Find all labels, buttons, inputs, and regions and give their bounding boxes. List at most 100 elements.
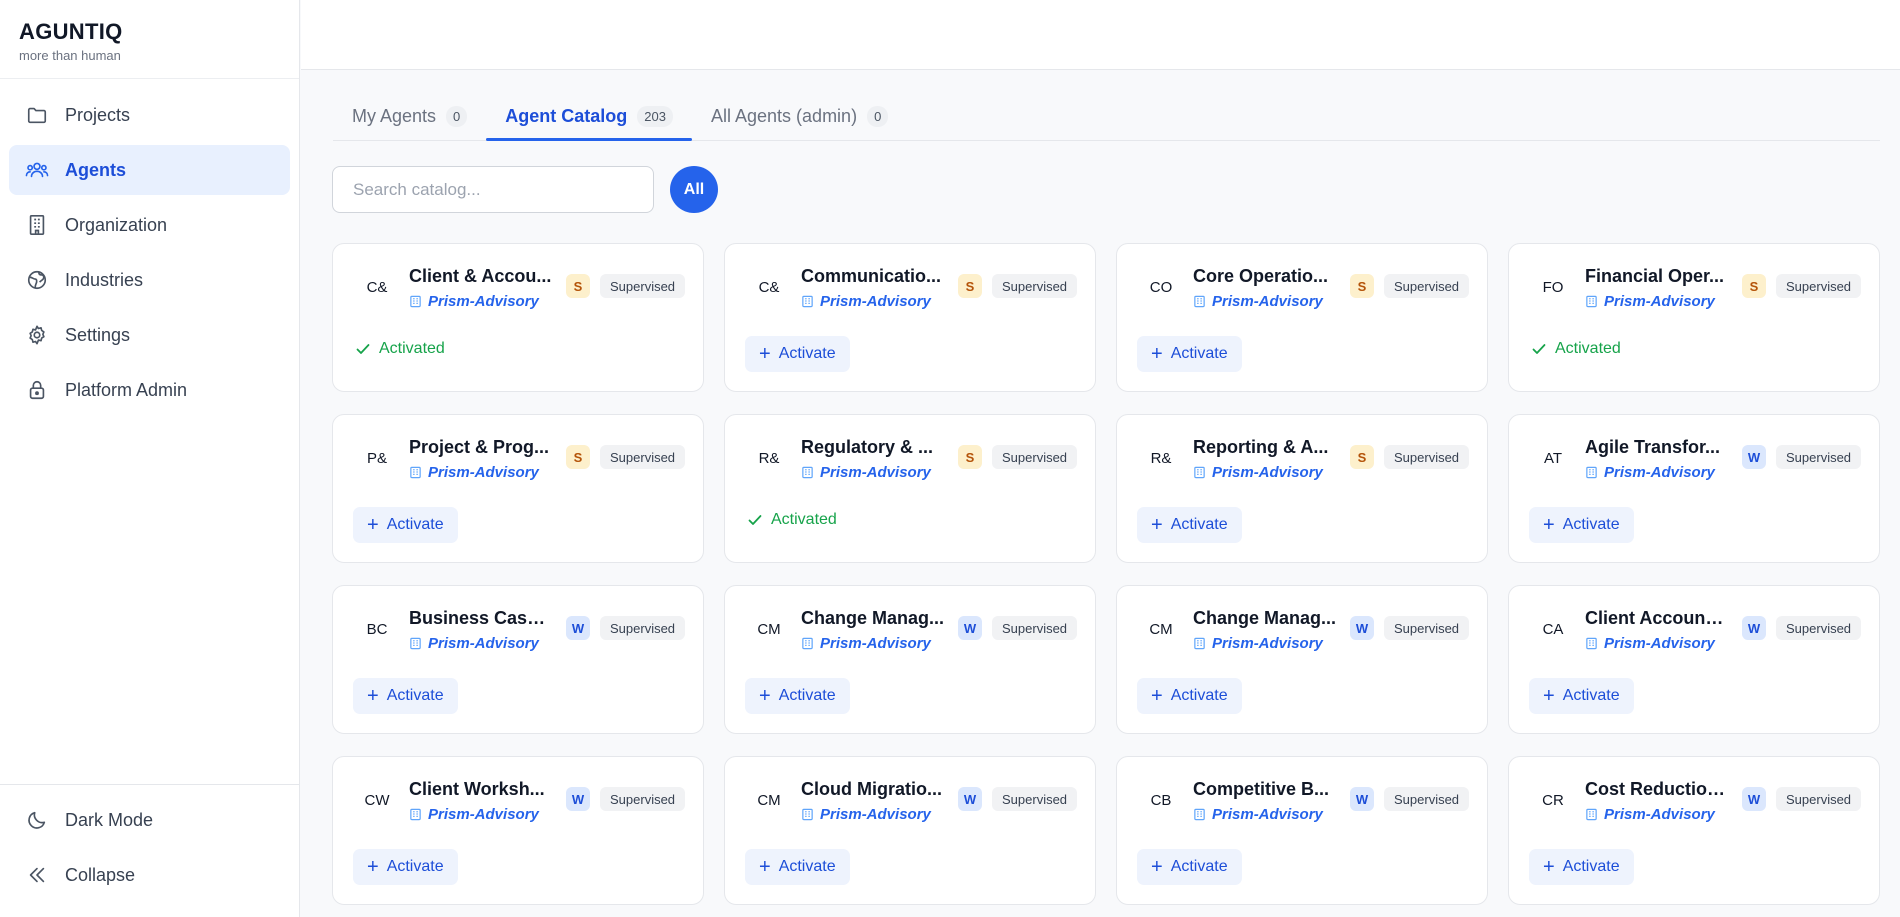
autonomy-level-badge: W [1742, 616, 1766, 640]
agent-org-link[interactable]: Prism-Advisory [409, 806, 539, 823]
activate-label: Activate [1562, 516, 1620, 533]
agent-org-link[interactable]: Prism-Advisory [801, 293, 931, 310]
autonomy-level-badge: S [1742, 274, 1766, 298]
agent-card[interactable]: CM Change Manag... Prism-Advisory W Supervis… [724, 585, 1096, 734]
activate-button[interactable]: + Activate [745, 678, 850, 714]
tab-count-badge: 0 [446, 105, 468, 127]
agent-title: Client & Accou... [409, 266, 552, 286]
sidebar-item-platform-admin[interactable]: Platform Admin [9, 365, 290, 415]
agent-org-link[interactable]: Prism-Advisory [1585, 635, 1715, 652]
lock-icon [25, 378, 49, 402]
activate-label: Activate [386, 516, 444, 533]
dark-mode-toggle[interactable]: Dark Mode [9, 795, 290, 845]
agent-org-link[interactable]: Prism-Advisory [801, 464, 931, 481]
agent-card[interactable]: CM Change Manag... Prism-Advisory W Supervis… [1116, 585, 1488, 734]
agent-card[interactable]: C& Communicatio... Prism-Advisory S Supervis… [724, 243, 1096, 392]
sidebar-item-settings[interactable]: Settings [9, 310, 290, 360]
dark-mode-label: Dark Mode [65, 809, 154, 830]
autonomy-level-badge: S [958, 445, 982, 469]
activate-button[interactable]: + Activate [1529, 507, 1634, 543]
activate-button[interactable]: + Activate [1529, 849, 1634, 885]
mode-badge: Supervised [600, 787, 686, 811]
building-icon [1585, 808, 1598, 821]
activate-button[interactable]: + Activate [1137, 678, 1242, 714]
tab-my-agents[interactable]: My Agents 0 [333, 92, 486, 140]
agent-org-name: Prism-Advisory [428, 806, 539, 823]
agent-org-link[interactable]: Prism-Advisory [801, 806, 931, 823]
sidebar-item-industries[interactable]: Industries [9, 255, 290, 305]
building-icon [1193, 295, 1206, 308]
agent-title: Core Operatio... [1193, 266, 1329, 286]
activate-button[interactable]: + Activate [1529, 678, 1634, 714]
sidebar-item-label: Agents [65, 159, 127, 180]
agent-org-link[interactable]: Prism-Advisory [409, 635, 539, 652]
agent-org-link[interactable]: Prism-Advisory [1585, 806, 1715, 823]
sidebar-item-organization[interactable]: Organization [9, 200, 290, 250]
building-icon [1193, 637, 1206, 650]
agent-org-link[interactable]: Prism-Advisory [1193, 293, 1323, 310]
chevrons-left-icon [25, 863, 49, 887]
agent-card[interactable]: BC Business Case ... Prism-Advisory W Superv… [332, 585, 704, 734]
activate-button[interactable]: + Activate [353, 507, 458, 543]
activate-button[interactable]: + Activate [745, 849, 850, 885]
search-input[interactable] [332, 166, 654, 213]
agent-card[interactable]: R& Reporting & A... Prism-Advisory S Supervi… [1116, 414, 1488, 563]
activate-label: Activate [386, 858, 444, 875]
agent-abbreviation: CO [1149, 279, 1173, 296]
agent-title: Competitive B... [1193, 779, 1330, 799]
activate-button[interactable]: + Activate [1137, 507, 1242, 543]
agent-title: Client Account ... [1585, 608, 1729, 628]
mode-badge: Supervised [1776, 616, 1862, 640]
agent-card[interactable]: P& Project & Prog... Prism-Advisory S Superv… [332, 414, 704, 563]
activate-button[interactable]: + Activate [353, 678, 458, 714]
agent-abbreviation: C& [366, 279, 388, 296]
activate-button[interactable]: + Activate [1137, 849, 1242, 885]
tab-label: All Agents (admin) [711, 105, 858, 126]
agent-card[interactable]: R& Regulatory & ... Prism-Advisory S Supervi… [724, 414, 1096, 563]
agent-card[interactable]: AT Agile Transfor... Prism-Advisory W Superv… [1508, 414, 1880, 563]
agent-card[interactable]: CM Cloud Migratio... Prism-Advisory W Superv… [724, 756, 1096, 905]
activate-button[interactable]: + Activate [745, 336, 850, 372]
agent-org-link[interactable]: Prism-Advisory [1193, 464, 1323, 481]
autonomy-level-badge: W [1742, 445, 1766, 469]
activate-button[interactable]: + Activate [353, 849, 458, 885]
tab-all-agents-admin[interactable]: All Agents (admin) 0 [692, 92, 907, 140]
agent-abbreviation: AT [1543, 450, 1563, 467]
autonomy-level-badge: S [1350, 274, 1374, 298]
activate-label: Activate [1562, 858, 1620, 875]
agent-org-link[interactable]: Prism-Advisory [409, 464, 539, 481]
agent-card[interactable]: CA Client Account ... Prism-Advisory W Super… [1508, 585, 1880, 734]
agent-org-link[interactable]: Prism-Advisory [1585, 464, 1715, 481]
tab-count-badge: 0 [867, 105, 889, 127]
mode-badge: Supervised [1384, 445, 1470, 469]
tab-label: Agent Catalog [505, 105, 628, 126]
agent-card[interactable]: FO Financial Oper... Prism-Advisory S Superv… [1508, 243, 1880, 392]
agent-org-link[interactable]: Prism-Advisory [409, 293, 539, 310]
agent-catalog-grid: C& Client & Accou... Prism-Advisory S Superv… [332, 243, 1881, 905]
collapse-button[interactable]: Collapse [9, 850, 290, 900]
agent-card[interactable]: CW Client Worksh... Prism-Advisory W Supervi… [332, 756, 704, 905]
filter-all-button[interactable]: All [670, 166, 718, 213]
agent-title: Financial Oper... [1585, 266, 1725, 286]
agent-card[interactable]: CB Competitive B... Prism-Advisory W Supervi… [1116, 756, 1488, 905]
agent-org-link[interactable]: Prism-Advisory [1585, 293, 1715, 310]
plus-icon: + [1151, 514, 1163, 536]
agent-card[interactable]: C& Client & Accou... Prism-Advisory S Superv… [332, 243, 704, 392]
agent-org-link[interactable]: Prism-Advisory [801, 635, 931, 652]
agent-org-link[interactable]: Prism-Advisory [1193, 806, 1323, 823]
agent-card[interactable]: CR Cost Reduction... Prism-Advisory W Superv… [1508, 756, 1880, 905]
activate-label: Activate [1170, 345, 1228, 362]
activated-status: Activated [747, 508, 837, 532]
agent-org-link[interactable]: Prism-Advisory [1193, 635, 1323, 652]
agent-title: Reporting & A... [1193, 437, 1329, 457]
sidebar-footer: Dark Mode Collapse [0, 784, 299, 905]
agent-card[interactable]: CO Core Operatio... Prism-Advisory S Supervi… [1116, 243, 1488, 392]
activated-label: Activated [771, 511, 837, 528]
sidebar-item-projects[interactable]: Projects [9, 90, 290, 140]
agent-title: Client Worksh... [409, 779, 545, 799]
sidebar-item-label: Projects [65, 104, 131, 125]
activate-button[interactable]: + Activate [1137, 336, 1242, 372]
tab-agent-catalog[interactable]: Agent Catalog 203 [486, 92, 692, 141]
plus-icon: + [1151, 685, 1163, 707]
sidebar-item-agents[interactable]: Agents [9, 145, 290, 195]
